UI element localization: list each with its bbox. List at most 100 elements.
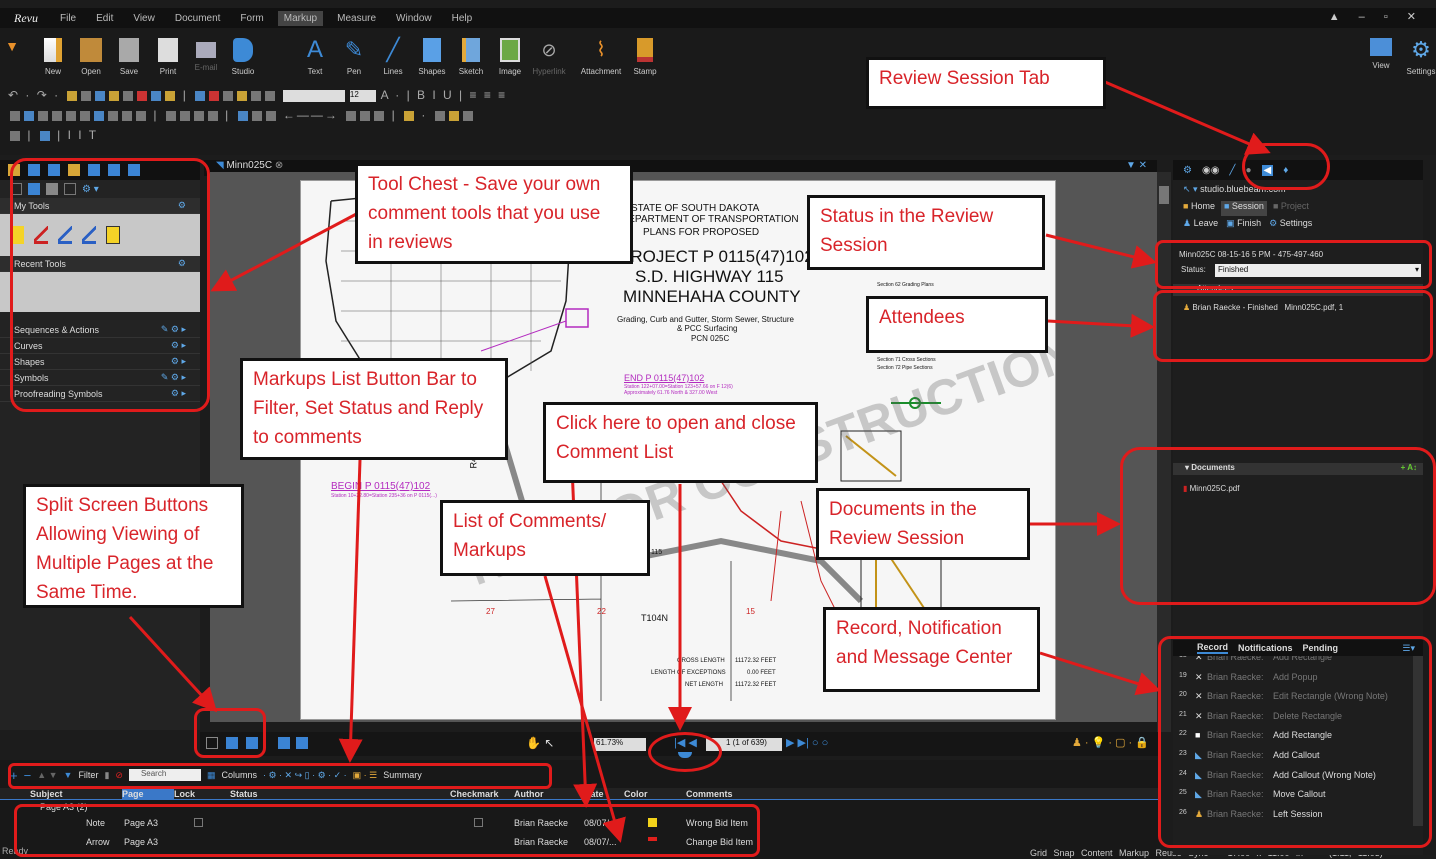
gear-icon[interactable]: ✎ ⚙ ▸ [161,324,186,335]
record-tabs[interactable]: Record Notifications Pending ☰▾ [1173,640,1423,656]
record-entry[interactable]: 24 ◣ Brian Raecke: Add Callout (Wrong Note) [1173,766,1413,785]
gear-icon[interactable]: ⚙ ▾ [82,184,99,195]
filter-icon[interactable]: ▼ [64,770,73,780]
settings-button[interactable]: ⚙ Settings [1398,38,1436,77]
studio-session-tab[interactable]: ◀ [1261,164,1274,176]
right-panel-tabs[interactable]: ⚙ ◉◉ ╱ ● ◀ ♦ [1173,160,1423,180]
columns-icon[interactable]: ▦ [207,770,216,781]
menu-markup[interactable]: Markup [277,10,324,26]
split-screen-buttons[interactable] [206,737,258,749]
col-lock[interactable]: Lock [174,789,195,799]
record-entry[interactable]: 21 ✕ Brian Raecke: Delete Rectangle [1173,707,1413,726]
project-button[interactable]: ■ Project [1273,201,1309,216]
gear-icon[interactable]: ✎ ⚙ ▸ [161,372,186,383]
right-tool-strip[interactable] [1423,160,1436,855]
properties-toolbar-row-2[interactable]: | | ←——→ | · [8,108,475,126]
attendee-row[interactable]: ♟ Brian Raecke - Finished Minn025C.pdf, … [1183,303,1343,312]
document-row[interactable]: ▮ Minn025C.pdf [1183,484,1239,493]
gear-icon[interactable]: ⚙ [178,200,186,211]
window-controls[interactable]: ▲ – ▫ ✕ [1329,10,1424,23]
add-icon[interactable]: + [10,768,18,783]
record-scrollbar[interactable] [1413,656,1423,826]
menu-file[interactable]: File [60,13,76,24]
font-size-combo[interactable]: 12 [349,89,376,102]
documents-header[interactable]: ▾ Documents + A↕ [1173,463,1423,475]
menu-view[interactable]: View [133,13,155,24]
gear-icon[interactable]: ⚙ ▸ [171,356,186,367]
layout-buttons[interactable] [278,737,308,749]
pen-tool-icon[interactable] [34,226,48,244]
session-actions[interactable]: ♟ Leave ▣ Finish ⚙ Settings [1173,216,1423,232]
section-proofreading[interactable]: Proofreading Symbols ⚙ ▸ [0,386,200,402]
record-menu-icon[interactable]: ☰▾ [1402,643,1415,654]
studio-nav[interactable]: ■ Home ■ Session ■ Project [1173,198,1423,216]
col-date[interactable]: Date [584,789,604,799]
record-entry[interactable]: 23 ◣ Brian Raecke: Add Callout [1173,746,1413,765]
first-page-icon[interactable]: |◀ ◀ [674,736,697,749]
filter-button[interactable]: Filter [78,770,98,780]
gear-icon[interactable]: · ⚙ · ✕ ↪ ▯ · ⚙ · ✓ · [263,770,347,781]
tab-pending[interactable]: Pending [1303,643,1339,653]
page-input[interactable]: 1 (1 of 639) [706,738,782,751]
gear-icon[interactable]: ⚙ ▸ [171,388,186,399]
record-entry[interactable]: 20 ✕ Brian Raecke: Edit Rectangle (Wrong No… [1173,687,1413,706]
vertical-scrollbar[interactable] [1157,172,1171,732]
col-comments[interactable]: Comments [686,789,733,799]
settings-link[interactable]: ⚙ Settings [1269,218,1312,232]
home-button[interactable]: ■ Home [1183,201,1215,216]
attachment-tool-button[interactable]: ⌇ Attachment [578,38,624,76]
columns-button[interactable]: Columns [221,770,257,780]
section-curves[interactable]: Curves ⚙ ▸ [0,338,200,354]
font-combo[interactable] [282,89,345,102]
tab-notifications[interactable]: Notifications [1238,643,1293,653]
tool-chest-toolbar[interactable]: ⚙ ▾ [0,180,200,198]
menu-document[interactable]: Document [175,13,221,24]
next-page-icon[interactable]: ▶ ▶| ○ ○ [786,736,828,749]
section-shapes[interactable]: Shapes ⚙ ▸ [0,354,200,370]
col-status[interactable]: Status [230,789,258,799]
clear-filter-icon[interactable]: ⊘ [115,770,123,781]
col-subject[interactable]: Subject [30,789,63,799]
status-select[interactable]: Finished ▾ [1215,264,1421,277]
tab-record[interactable]: Record [1197,642,1229,654]
search-input[interactable]: Search [128,769,201,781]
menu-edit[interactable]: Edit [96,13,113,24]
note-tool-icon[interactable] [10,226,24,244]
properties-toolbar-row-1[interactable]: ↶ · ↷ · | 12 A · | B I U | ≡ ≡ ≡ [8,88,507,106]
group-row[interactable]: Page A3 (2) [0,801,1160,815]
remove-icon[interactable]: − [24,768,32,783]
add-document-icon[interactable]: + A↕ [1401,463,1417,472]
trash-icon[interactable]: ▮ [104,770,109,781]
move-up-icon[interactable]: ▲ ▼ [37,770,57,780]
summary-icon[interactable]: ▣ · ☰ [353,770,378,781]
finish-button[interactable]: ▣ Finish [1226,218,1261,232]
col-color[interactable]: Color [624,789,648,799]
properties-toolbar-row-3[interactable]: | | I I T [8,128,98,146]
hand-tool-icon[interactable]: ✋ ↖ [526,736,554,750]
record-entry[interactable]: 18✕Brian Raecke:Add Rectangle [1173,656,1413,667]
record-entry[interactable]: 26 ♟ Brian Raecke: Left Session [1173,805,1413,824]
col-author[interactable]: Author [514,789,544,799]
comment-list-toggle[interactable] [678,752,692,758]
session-status-icons[interactable]: ♟ · 💡 · ▢ · 🔒 [1072,736,1149,749]
hyperlink-tool-button[interactable]: ⊘ Hyperlink [526,38,572,76]
table-row[interactable]: Arrow Page A3 Brian Raecke 08/07/... Cha… [0,836,1160,850]
session-button[interactable]: ■ Session [1220,201,1267,216]
record-entry[interactable]: 25 ◣ Brian Raecke: Move Callout [1173,785,1413,804]
studio-server[interactable]: ↖ ▾ studio.bluebeam.com [1173,180,1423,198]
col-checkmark[interactable]: Checkmark [450,789,499,799]
summary-button[interactable]: Summary [383,770,422,780]
quick-arrow-icon[interactable]: ▼ [2,38,22,54]
stamp-tool-button[interactable]: Stamp [622,38,668,76]
section-symbols[interactable]: Symbols ✎ ⚙ ▸ [0,370,200,386]
zoom-input[interactable]: 61.73% [594,738,646,751]
panel-tabs[interactable] [0,160,200,180]
menu-window[interactable]: Window [396,13,432,24]
record-entry[interactable]: 19 ✕ Brian Raecke: Add Popup [1173,668,1413,687]
attendees-header[interactable]: Attendees [1173,284,1423,296]
my-tools-header[interactable]: My Tools ⚙ [0,198,200,214]
studio-button[interactable]: Studio [220,38,266,76]
close-icon[interactable]: ⊗ [275,160,283,171]
leave-button[interactable]: ♟ Leave [1183,218,1218,232]
pen-tool-icon[interactable] [58,226,72,244]
